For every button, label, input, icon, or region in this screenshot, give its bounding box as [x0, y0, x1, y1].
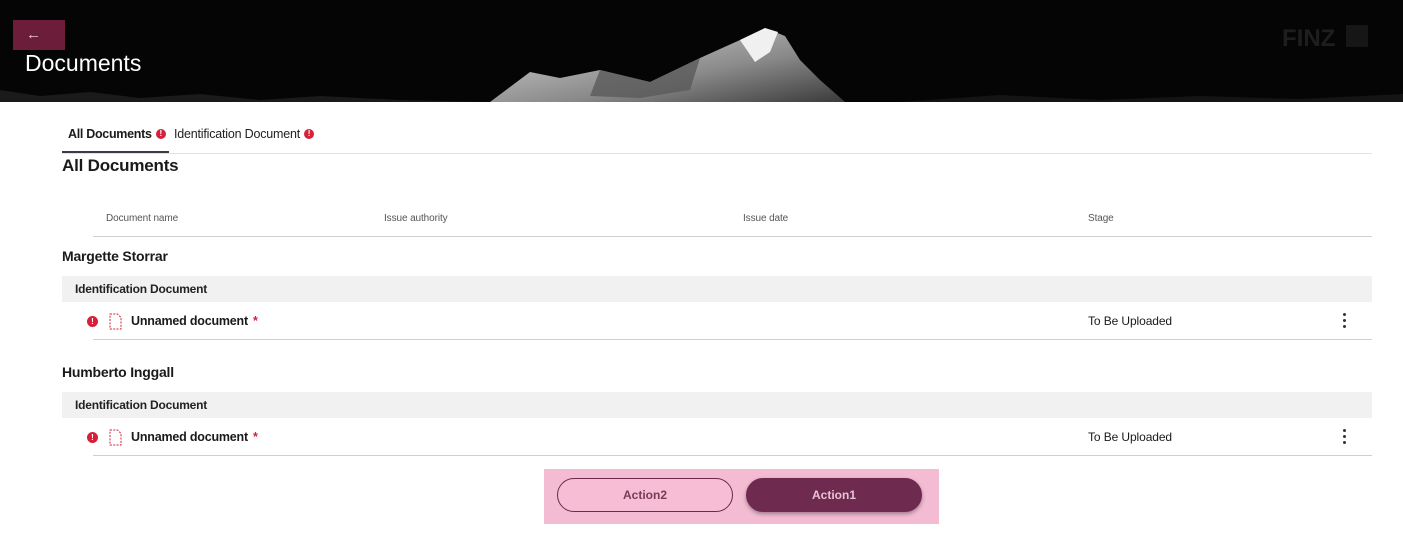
- more-options-icon[interactable]: [1338, 313, 1350, 331]
- alert-icon: !: [155, 129, 166, 139]
- file-icon: [109, 313, 122, 330]
- logo-text: FINZ: [1282, 25, 1335, 52]
- action-bar: Action2 Action1: [544, 469, 939, 524]
- document-category-bar: Identification Document: [62, 392, 1372, 418]
- mountain-illustration: [0, 28, 1403, 102]
- person-name: Humberto Inggall: [62, 364, 174, 380]
- column-header-issue-authority: Issue authority: [384, 213, 448, 224]
- alert-icon: !: [304, 129, 315, 139]
- required-marker: *: [252, 314, 258, 328]
- person-name: Margette Storrar: [62, 248, 168, 264]
- document-row[interactable]: ! Unnamed document * To Be Uploaded: [87, 302, 1372, 340]
- document-category-bar: Identification Document: [62, 276, 1372, 302]
- document-name-text: Unnamed document: [131, 430, 248, 444]
- header-divider: [93, 236, 1372, 237]
- tabs-divider: [62, 153, 1372, 154]
- action1-button[interactable]: Action1: [746, 478, 922, 512]
- page-title: Documents: [25, 50, 142, 76]
- alert-icon: !: [87, 432, 98, 443]
- category-label: Identification Document: [75, 398, 208, 412]
- tab-all-documents[interactable]: All Documents !: [62, 118, 169, 154]
- alert-icon: !: [87, 316, 98, 327]
- document-name-text: Unnamed document: [131, 314, 248, 328]
- arrow-left-icon: ←: [26, 26, 41, 43]
- section-title: All Documents: [62, 156, 179, 175]
- tab-identification-document[interactable]: Identification Document !: [169, 118, 315, 154]
- tab-bar: All Documents ! Identification Document …: [62, 118, 315, 154]
- document-name[interactable]: Unnamed document *: [131, 430, 258, 444]
- column-header-stage: Stage: [1088, 213, 1114, 224]
- header-banner: ← Documents FINZ: [0, 0, 1403, 102]
- tab-label: All Documents: [68, 127, 152, 141]
- category-label: Identification Document: [75, 282, 208, 296]
- column-header-issue-date: Issue date: [743, 213, 789, 224]
- more-options-icon[interactable]: [1338, 429, 1350, 447]
- brand-logo: FINZ: [1282, 25, 1368, 52]
- stage-value: To Be Uploaded: [1088, 314, 1172, 328]
- document-name[interactable]: Unnamed document *: [131, 314, 258, 328]
- required-marker: *: [252, 430, 258, 444]
- document-row[interactable]: ! Unnamed document * To Be Uploaded: [87, 418, 1372, 456]
- stage-value: To Be Uploaded: [1088, 430, 1172, 444]
- action2-button[interactable]: Action2: [557, 478, 733, 512]
- tab-label: Identification Document: [174, 127, 301, 141]
- file-icon: [109, 429, 122, 446]
- back-button[interactable]: ←: [13, 20, 65, 50]
- column-header-document-name: Document name: [106, 213, 179, 224]
